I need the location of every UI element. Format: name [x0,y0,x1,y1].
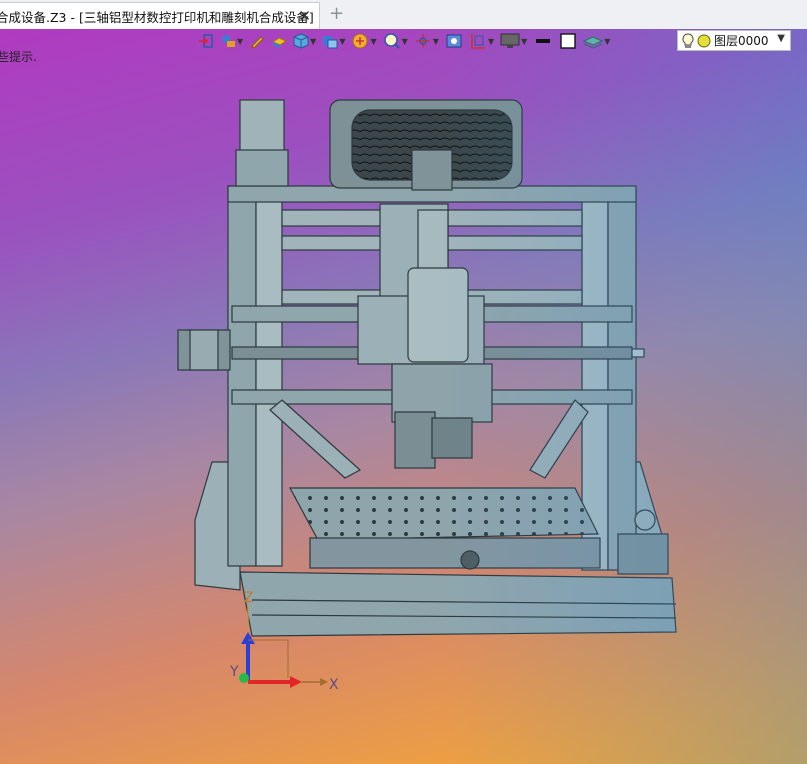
section-button[interactable]: ▼ [349,30,378,52]
extruder-heater [431,417,473,459]
render-button[interactable] [443,30,465,52]
sketch-tool-icon [222,35,235,47]
z-axis-label: Z [244,590,254,606]
layer-stack-button[interactable]: ▼ [581,30,612,52]
fill-color-button[interactable] [557,30,579,52]
y-motor-knob [634,509,656,531]
y-pulley [460,550,480,570]
line-color-icon [536,39,551,43]
part-button[interactable] [269,30,289,52]
z-left-motor-mount [235,149,289,187]
right-column-front [607,189,637,571]
layer-selector[interactable]: 图层0000 ▼ [677,30,791,51]
y-stepper-motor [617,533,669,575]
zoom-button[interactable]: ▼ [381,30,410,52]
cube-view-icon [293,33,309,49]
frame-button[interactable]: ▼ [467,30,496,52]
spindle-motor [407,267,469,363]
edit-pen-button[interactable] [247,30,267,52]
layer-value: 图层0000 [714,34,769,48]
part-icon [272,37,288,48]
cnc-machine-model[interactable]: X Y Z [0,29,807,764]
left-column-front [227,185,257,567]
render-icon [446,34,462,48]
view-toolbar: ▼ ▼ ▼ ▼ ▼ ▼ ▼ ▼ ▼ [196,29,612,53]
x-axis-label: X [329,677,339,693]
new-tab-icon[interactable]: + [329,3,344,24]
cube-view-button[interactable]: ▼ [291,30,318,52]
viewport-hint: 些提示. [0,50,37,64]
y-axis-label: Y [229,664,239,680]
document-tab[interactable]: 合成设备.Z3 - [三轴铝型材数控打印机和雕刻机合成设备] ✕ [0,2,320,29]
frame-icon [471,34,485,49]
zoom-icon [383,33,400,49]
left-column-back [255,185,283,567]
axis-icon [415,34,430,48]
extruder-block [394,411,436,469]
sketch-tool-button[interactable]: ▼ [218,30,245,52]
layer-color-dot-icon [697,34,711,47]
left-brace [269,399,362,479]
document-tab-bar: 合成设备.Z3 - [三轴铝型材数控打印机和雕刻机合成设备] ✕ + [0,0,807,30]
line-color-button[interactable] [531,30,555,52]
document-tab-title: 合成设备.Z3 - [三轴铝型材数控打印机和雕刻机合成设备] [0,9,314,25]
3d-viewport[interactable]: 些提示. ▼ ▼ ▼ ▼ ▼ ▼ ▼ ▼ ▼ 图层0000 ▼ X Y Z [0,29,807,764]
y-axis-drive [309,537,601,569]
chevron-down-icon[interactable]: ▼ [777,33,785,44]
display-mode-icon [323,36,338,49]
display-mode-button[interactable]: ▼ [320,30,347,52]
monitor-icon [500,33,520,48]
axis-button[interactable]: ▼ [412,30,441,52]
origin-marker [239,673,249,683]
machine-base [239,571,677,637]
lightbulb-icon [682,32,694,48]
layer-stack-icon [583,36,604,49]
z-stepper-motor [411,149,453,191]
close-icon[interactable]: ✕ [298,7,311,25]
exit-sketch-button[interactable] [196,30,216,52]
monitor-button[interactable]: ▼ [498,30,529,52]
z-left-motor [239,99,285,157]
exit-sketch-icon [199,34,213,48]
edit-pen-icon [251,36,264,49]
work-bed [288,487,599,541]
right-brace [529,399,589,479]
z-coupler [417,209,449,271]
section-icon [352,33,368,49]
lead-screw-end [631,348,645,358]
fill-color-icon [560,33,576,49]
